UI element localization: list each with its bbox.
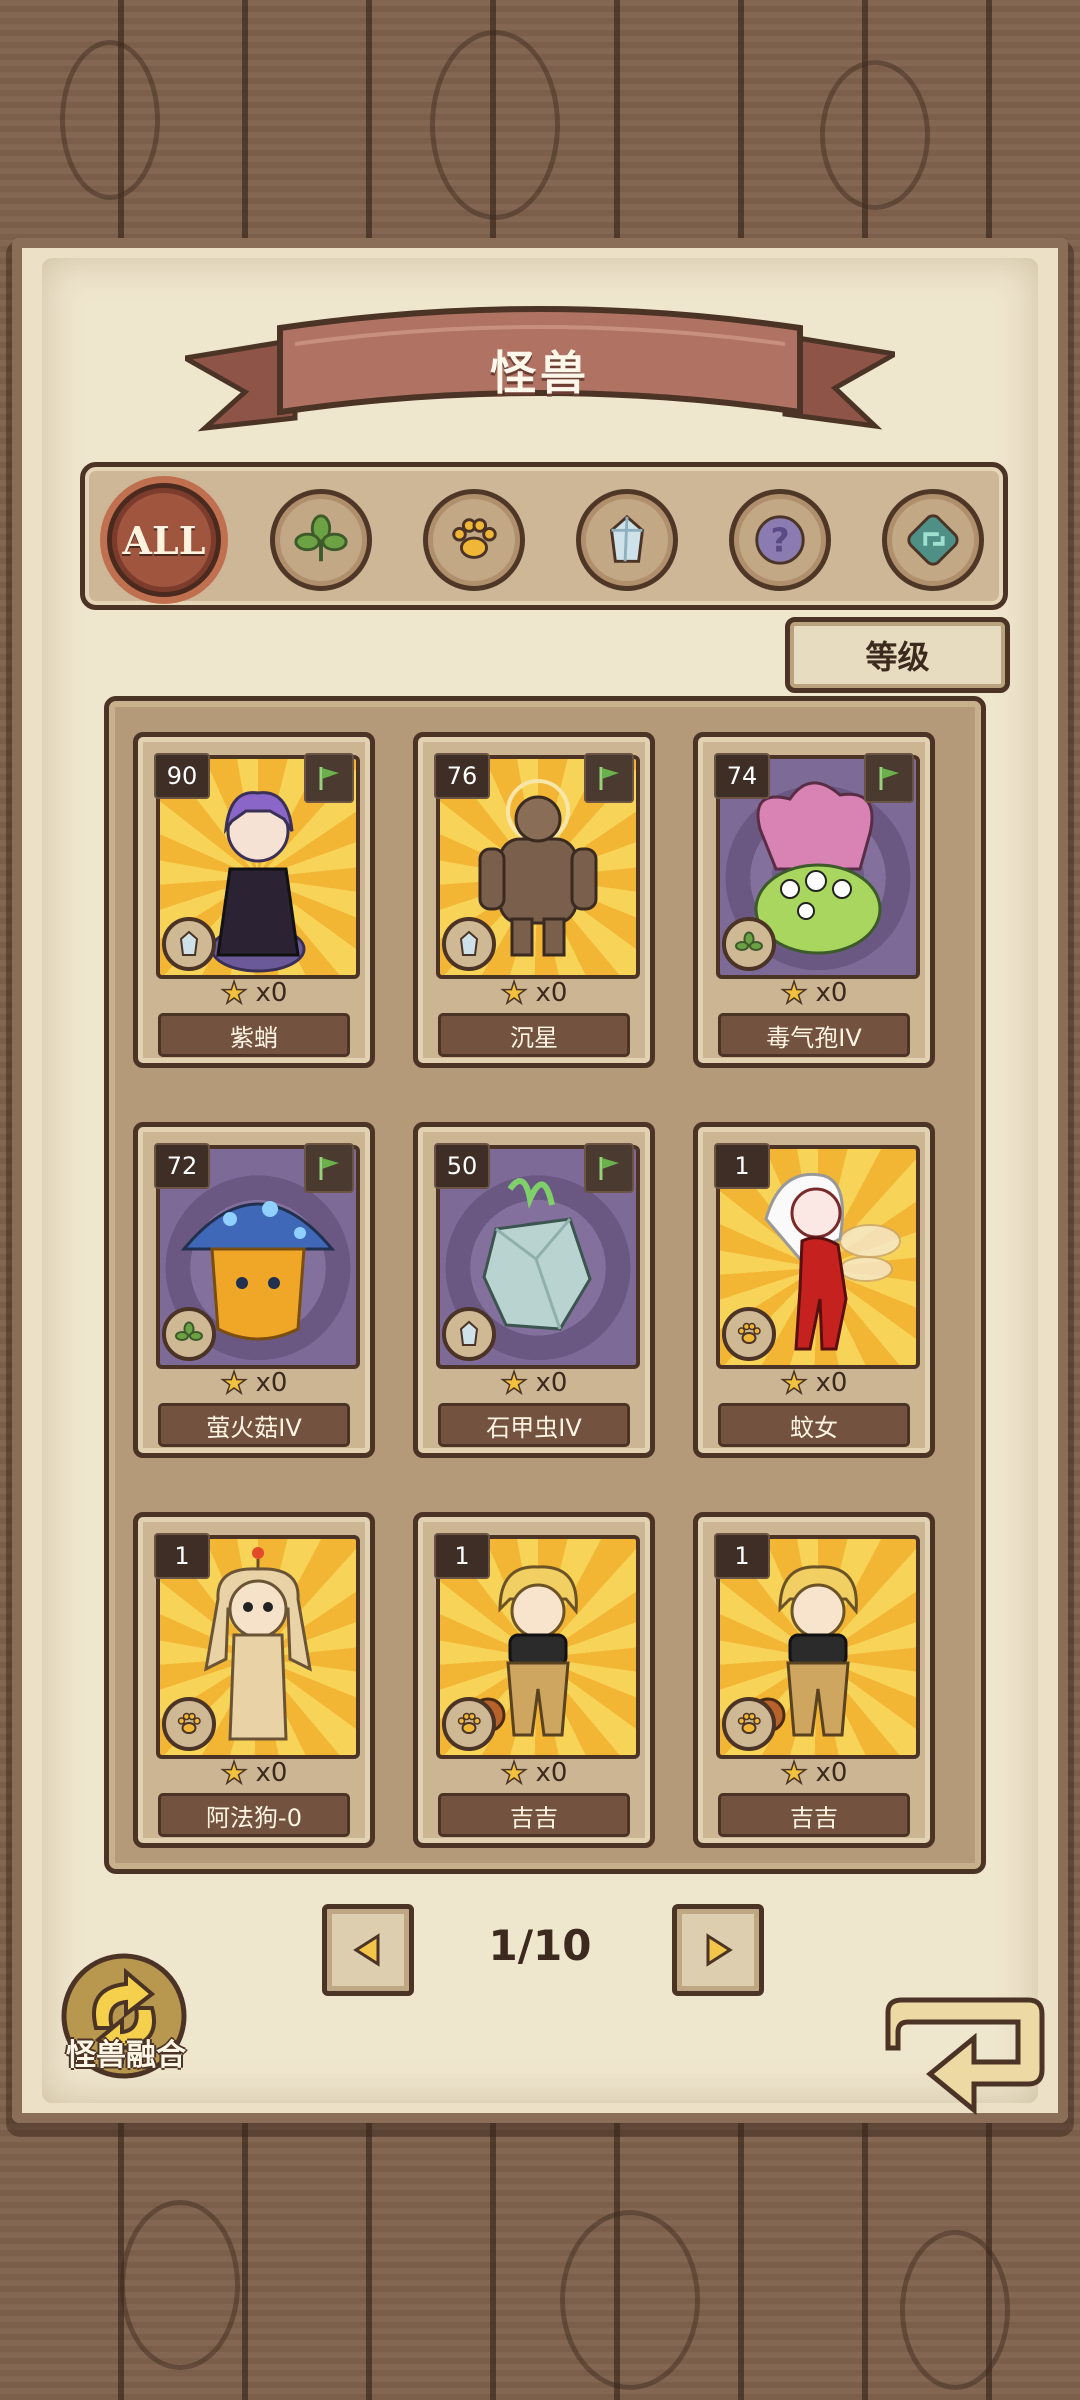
prev-page-button[interactable] — [322, 1904, 414, 1996]
flag-icon — [584, 1143, 634, 1193]
filter-unknown-button[interactable]: ? — [729, 489, 831, 591]
star-count-value: x0 — [255, 1368, 288, 1398]
monster-name: 阿法狗-0 — [158, 1793, 350, 1837]
paw-icon — [162, 1697, 216, 1751]
paw-icon — [722, 1307, 776, 1361]
star-icon: ★ — [780, 975, 808, 1012]
leaf-icon — [294, 514, 348, 562]
paw-icon — [442, 1697, 496, 1751]
monster-card[interactable]: 76 ★ x0 沉星 — [413, 732, 655, 1068]
level-badge: 50 — [434, 1143, 490, 1189]
star-count: ★ x0 — [698, 1365, 930, 1402]
crystal-icon — [442, 1307, 496, 1361]
wood-knot — [430, 30, 560, 220]
star-count: ★ x0 — [418, 975, 650, 1012]
monster-name: 萤火菇IV — [158, 1403, 350, 1447]
star-count: ★ x0 — [138, 1365, 370, 1402]
star-count: ★ x0 — [418, 1755, 650, 1792]
star-count: ★ x0 — [418, 1365, 650, 1402]
filter-mechanical-button[interactable] — [882, 489, 984, 591]
monster-name: 蚊女 — [718, 1403, 910, 1447]
flag-icon — [864, 753, 914, 803]
monster-card[interactable]: 1 ★ x0 阿法狗-0 — [133, 1512, 375, 1848]
monster-card[interactable]: 1 ★ x0 吉吉 — [693, 1512, 935, 1848]
svg-text:?: ? — [770, 521, 789, 560]
star-count-value: x0 — [535, 978, 568, 1008]
crystal-icon — [162, 917, 216, 971]
monster-name: 石甲虫IV — [438, 1403, 630, 1447]
monster-name: 吉吉 — [438, 1793, 630, 1837]
arrow-right-icon — [706, 1933, 733, 1967]
page-indicator: 1/10 — [488, 1920, 592, 1970]
star-count: ★ x0 — [698, 975, 930, 1012]
sort-by-level-button[interactable]: 等级 — [785, 617, 1010, 693]
back-arrow-icon — [885, 1997, 1045, 2116]
wood-knot — [820, 60, 930, 210]
star-count-value: x0 — [535, 1368, 568, 1398]
monster-card[interactable]: 50 ★ x0 石甲虫IV — [413, 1122, 655, 1458]
arrow-left-icon — [353, 1933, 380, 1967]
monster-name: 吉吉 — [718, 1793, 910, 1837]
category-filter-bar: ALL ? — [80, 462, 1008, 610]
monster-fusion-label: 怪兽融合 — [66, 2038, 186, 2073]
star-count: ★ x0 — [698, 1755, 930, 1792]
star-icon: ★ — [220, 1755, 248, 1792]
level-badge: 74 — [714, 753, 770, 799]
level-badge: 1 — [434, 1533, 490, 1579]
wood-knot — [60, 40, 160, 200]
leaf-icon — [162, 1307, 216, 1361]
star-count-value: x0 — [255, 978, 288, 1008]
back-button[interactable] — [878, 1968, 1050, 2118]
leaf-icon — [722, 917, 776, 971]
paw-icon — [452, 518, 497, 559]
monster-card[interactable]: 74 ★ x0 毒气孢IV — [693, 732, 935, 1068]
filter-all-button[interactable]: ALL — [107, 483, 221, 597]
flag-icon — [584, 753, 634, 803]
level-badge: 1 — [154, 1533, 210, 1579]
star-icon: ★ — [500, 975, 528, 1012]
star-count-value: x0 — [815, 978, 848, 1008]
star-count: ★ x0 — [138, 1755, 370, 1792]
crystal-icon — [442, 917, 496, 971]
filter-mineral-button[interactable] — [576, 489, 678, 591]
filter-beast-button[interactable] — [423, 489, 525, 591]
flag-icon — [304, 753, 354, 803]
star-icon: ★ — [500, 1365, 528, 1402]
gear-arrow-icon — [907, 514, 959, 566]
monster-name: 毒气孢IV — [718, 1013, 910, 1057]
filter-all-label: ALL — [122, 517, 206, 563]
monster-card[interactable]: 90 ★ x0 紫蛸 — [133, 732, 375, 1068]
flag-icon — [304, 1143, 354, 1193]
next-page-button[interactable] — [672, 1904, 764, 1996]
monster-card[interactable]: 72 ★ x0 萤火菇IV — [133, 1122, 375, 1458]
monster-name: 紫蛸 — [158, 1013, 350, 1057]
level-badge: 90 — [154, 753, 210, 799]
monster-card[interactable]: 1 ★ x0 吉吉 — [413, 1512, 655, 1848]
level-badge: 72 — [154, 1143, 210, 1189]
star-icon: ★ — [780, 1365, 808, 1402]
level-badge: 1 — [714, 1533, 770, 1579]
wood-knot — [900, 2230, 1010, 2390]
star-icon: ★ — [220, 975, 248, 1012]
star-count-value: x0 — [255, 1758, 288, 1788]
star-icon: ★ — [780, 1755, 808, 1792]
monster-name: 沉星 — [438, 1013, 630, 1057]
star-count-value: x0 — [535, 1758, 568, 1788]
star-count: ★ x0 — [138, 975, 370, 1012]
monster-card[interactable]: 1 ★ x0 蚊女 — [693, 1122, 935, 1458]
star-icon: ★ — [500, 1755, 528, 1792]
wood-knot — [560, 2210, 700, 2390]
star-icon: ★ — [220, 1365, 248, 1402]
star-count-value: x0 — [815, 1368, 848, 1398]
page-title: 怪兽 — [490, 346, 590, 400]
wood-knot — [120, 2200, 240, 2370]
question-icon: ? — [755, 515, 805, 565]
title-ribbon: 怪兽 — [185, 300, 895, 440]
filter-plant-button[interactable] — [270, 489, 372, 591]
paw-icon — [722, 1697, 776, 1751]
star-count-value: x0 — [815, 1758, 848, 1788]
crystal-icon — [609, 514, 645, 563]
level-badge: 1 — [714, 1143, 770, 1189]
level-badge: 76 — [434, 753, 490, 799]
